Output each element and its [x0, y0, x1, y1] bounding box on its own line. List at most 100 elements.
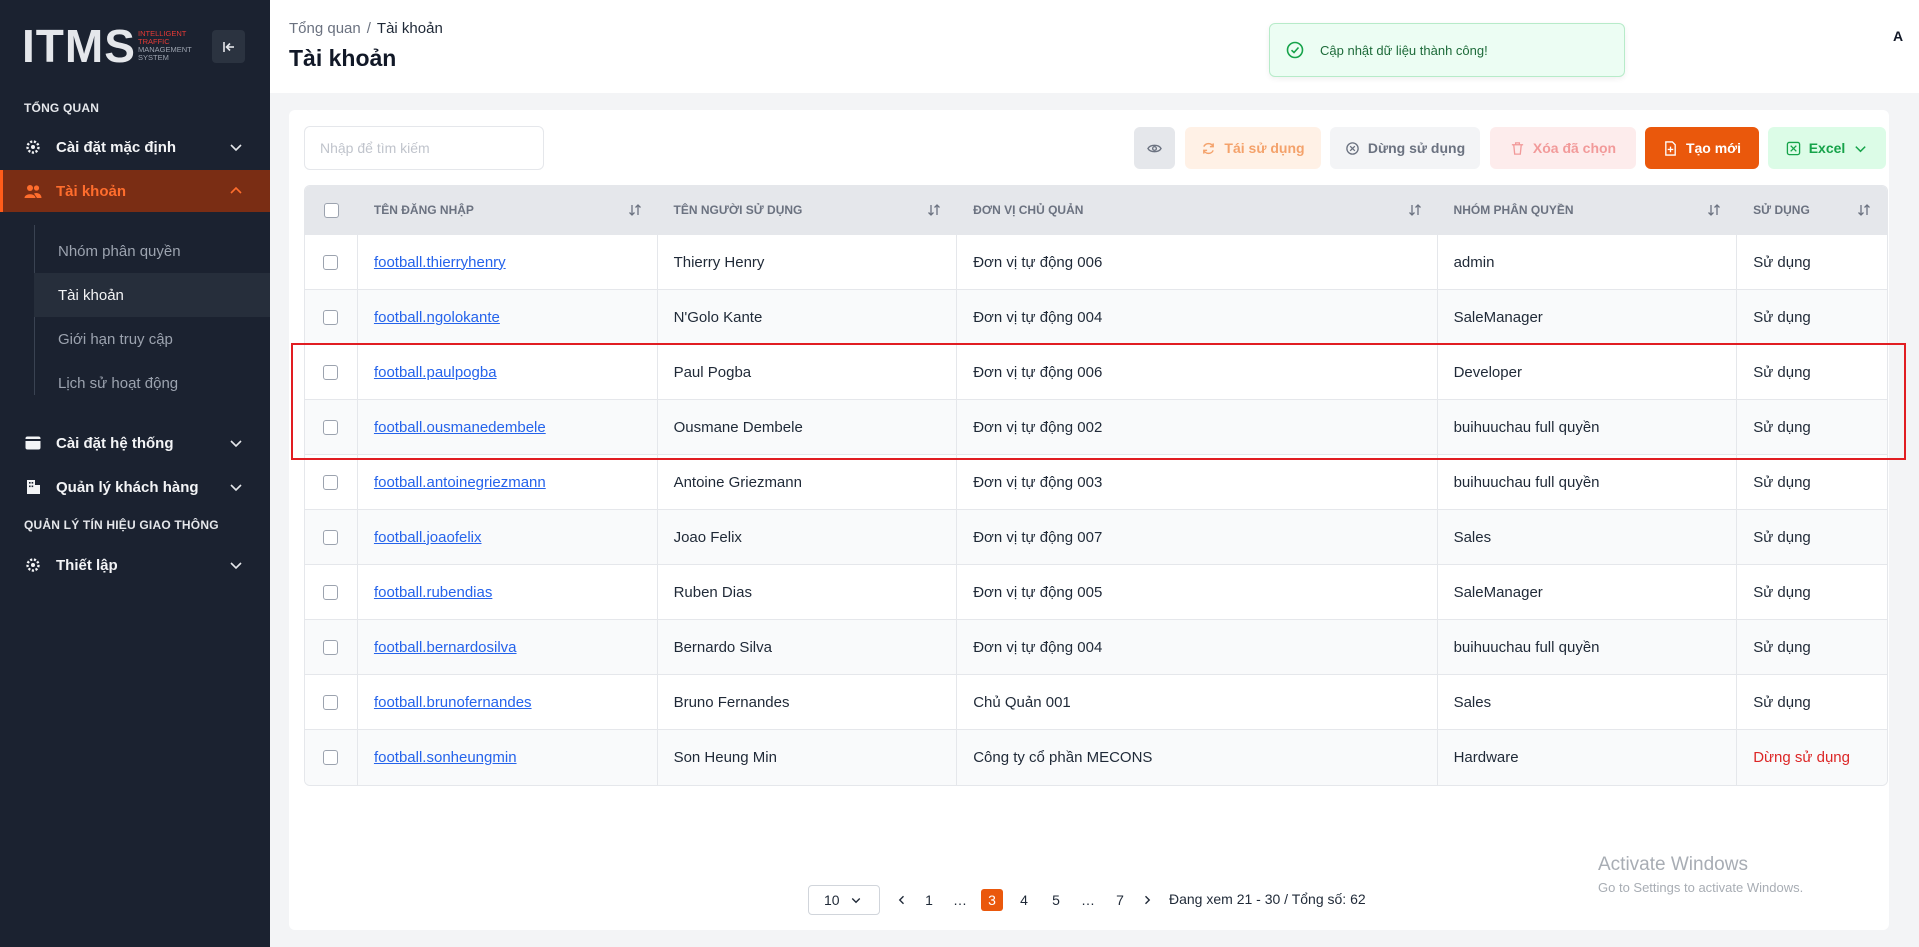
table-row[interactable]: football.bernardosilva Bernardo Silva Đơ… [305, 620, 1887, 675]
menu-system-settings[interactable]: Cài đặt hệ thống [0, 422, 270, 464]
username-link[interactable]: football.brunofernandes [374, 694, 532, 711]
page-size-select[interactable]: 10 [808, 885, 880, 915]
column-permission-group[interactable]: NHÓM PHÂN QUYỀN [1438, 186, 1738, 234]
submenu-permission-groups[interactable]: Nhóm phân quyền [34, 229, 270, 273]
menu-label: Quản lý khách hàng [56, 478, 199, 496]
toggle-columns-button[interactable] [1134, 127, 1175, 169]
reuse-button[interactable]: Tái sử dụng [1185, 127, 1321, 169]
pagination-info: Đang xem 21 - 30 / Tổng số: 62 [1169, 891, 1366, 907]
row-checkbox[interactable] [323, 584, 339, 600]
column-user-name[interactable]: TÊN NGƯỜI SỬ DỤNG [658, 186, 958, 234]
windows-activation-watermark: Activate Windows Go to Settings to activ… [1598, 854, 1804, 895]
sort-icon[interactable] [927, 203, 941, 217]
prev-page-button[interactable] [891, 889, 913, 911]
username-link[interactable]: football.sonheungmin [374, 749, 517, 766]
username-link[interactable]: football.rubendias [374, 584, 492, 601]
row-checkbox[interactable] [323, 750, 339, 765]
user-name-cell: Bruno Fernandes [658, 675, 958, 729]
username-link[interactable]: football.antoinegriezmann [374, 474, 546, 491]
sort-icon[interactable] [1857, 203, 1871, 217]
table-row[interactable]: football.rubendias Ruben Dias Đơn vị tự … [305, 565, 1887, 620]
page-ellipsis[interactable]: … [949, 889, 971, 911]
page-button[interactable]: 1 [918, 889, 940, 911]
table-row[interactable]: football.antoinegriezmann Antoine Griezm… [305, 455, 1887, 510]
select-all-checkbox[interactable] [323, 202, 339, 218]
user-menu[interactable]: A [1893, 28, 1903, 44]
sort-icon[interactable] [1707, 203, 1721, 217]
menu-accounts[interactable]: Tài khoản [0, 170, 270, 212]
menu-label: Cài đặt mặc định [56, 138, 177, 156]
table-row[interactable]: football.paulpogba Paul Pogba Đơn vị tự … [305, 345, 1887, 400]
permission-group-cell: admin [1438, 235, 1738, 289]
status-cell: Sử dụng [1753, 583, 1811, 601]
gear-icon [24, 138, 42, 156]
username-link[interactable]: football.bernardosilva [374, 639, 517, 656]
menu-setup[interactable]: Thiết lập [0, 544, 270, 586]
table-row[interactable]: football.ngolokante N'Golo Kante Đơn vị … [305, 290, 1887, 345]
submenu-accounts[interactable]: Tài khoản [34, 273, 270, 317]
owner-unit-cell: Đơn vị tự động 006 [957, 345, 1438, 399]
itms-logo[interactable]: ITMS INTELLIGENT TRAFFIC MANAGEMENT SYST… [22, 20, 192, 72]
table-header: TÊN ĐĂNG NHẬP TÊN NGƯỜI SỬ DỤNG ĐƠN VỊ C… [305, 186, 1887, 235]
gear-icon [24, 556, 42, 574]
sort-icon[interactable] [628, 203, 642, 217]
menu-label: Thiết lập [56, 556, 118, 574]
row-checkbox[interactable] [323, 474, 339, 490]
username-link[interactable]: football.ousmanedembele [374, 419, 546, 436]
toast-message: Cập nhật dữ liệu thành công! [1320, 42, 1488, 58]
permission-group-cell: buihuuchau full quyền [1438, 400, 1738, 454]
row-checkbox[interactable] [323, 529, 339, 545]
row-checkbox[interactable] [323, 254, 339, 270]
column-owner-unit[interactable]: ĐƠN VỊ CHỦ QUẢN [957, 186, 1437, 234]
page-button-current[interactable]: 3 [981, 889, 1003, 911]
table-row[interactable]: football.joaofelix Joao Felix Đơn vị tự … [305, 510, 1887, 565]
permission-group-cell: buihuuchau full quyền [1438, 455, 1738, 509]
table-row[interactable]: football.thierryhenry Thierry Henry Đơn … [305, 235, 1887, 290]
file-plus-icon [1665, 140, 1676, 156]
search-input[interactable] [304, 126, 544, 170]
collapse-icon [222, 41, 234, 52]
row-checkbox[interactable] [323, 639, 339, 655]
create-new-button[interactable]: Tạo mới [1645, 127, 1759, 169]
excel-export-button[interactable]: Excel [1768, 127, 1886, 169]
table-row[interactable]: football.ousmanedembele Ousmane Dembele … [305, 400, 1887, 455]
collapse-sidebar-button[interactable] [212, 30, 245, 63]
chevron-left-icon [898, 895, 904, 905]
menu-default-settings[interactable]: Cài đặt mặc định [0, 126, 270, 168]
row-checkbox[interactable] [323, 694, 339, 710]
row-checkbox[interactable] [323, 309, 339, 325]
permission-group-cell: SaleManager [1438, 565, 1738, 619]
menu-label: Cài đặt hệ thống [56, 434, 174, 452]
section-overview: TỔNG QUAN [24, 101, 100, 115]
page-button[interactable]: 5 [1045, 889, 1067, 911]
row-checkbox[interactable] [323, 419, 339, 435]
menu-customer-management[interactable]: Quản lý khách hàng [0, 466, 270, 508]
table-row[interactable]: football.sonheungmin Son Heung Min Công … [305, 730, 1887, 785]
delete-selected-button[interactable]: Xóa đã chọn [1490, 127, 1636, 169]
username-link[interactable]: football.paulpogba [374, 364, 497, 381]
page-button[interactable]: 7 [1109, 889, 1131, 911]
page-button[interactable]: 4 [1013, 889, 1035, 911]
breadcrumb-root[interactable]: Tổng quan [289, 20, 361, 37]
submenu-access-limits[interactable]: Giới hạn truy cập [34, 317, 270, 361]
stop-using-button[interactable]: Dừng sử dụng [1330, 127, 1480, 169]
logo-text: ITMS [22, 20, 136, 72]
sort-icon[interactable] [1408, 203, 1422, 217]
column-status[interactable]: SỬ DỤNG [1737, 186, 1887, 234]
submenu-activity-history[interactable]: Lịch sử hoạt động [34, 361, 270, 405]
status-cell: Sử dụng [1753, 528, 1811, 546]
success-toast: Cập nhật dữ liệu thành công! [1269, 23, 1625, 77]
owner-unit-cell: Công ty cổ phần MECONS [957, 730, 1438, 785]
column-username[interactable]: TÊN ĐĂNG NHẬP [358, 186, 658, 234]
username-link[interactable]: football.ngolokante [374, 309, 500, 326]
username-link[interactable]: football.thierryhenry [374, 254, 506, 271]
next-page-button[interactable] [1136, 889, 1158, 911]
user-name-cell: Joao Felix [658, 510, 958, 564]
table-row[interactable]: football.brunofernandes Bruno Fernandes … [305, 675, 1887, 730]
owner-unit-cell: Đơn vị tự động 004 [957, 620, 1438, 674]
owner-unit-cell: Đơn vị tự động 004 [957, 290, 1438, 344]
row-checkbox[interactable] [323, 364, 339, 380]
username-link[interactable]: football.joaofelix [374, 529, 482, 546]
user-name-cell: Ousmane Dembele [658, 400, 958, 454]
page-ellipsis[interactable]: … [1077, 889, 1099, 911]
